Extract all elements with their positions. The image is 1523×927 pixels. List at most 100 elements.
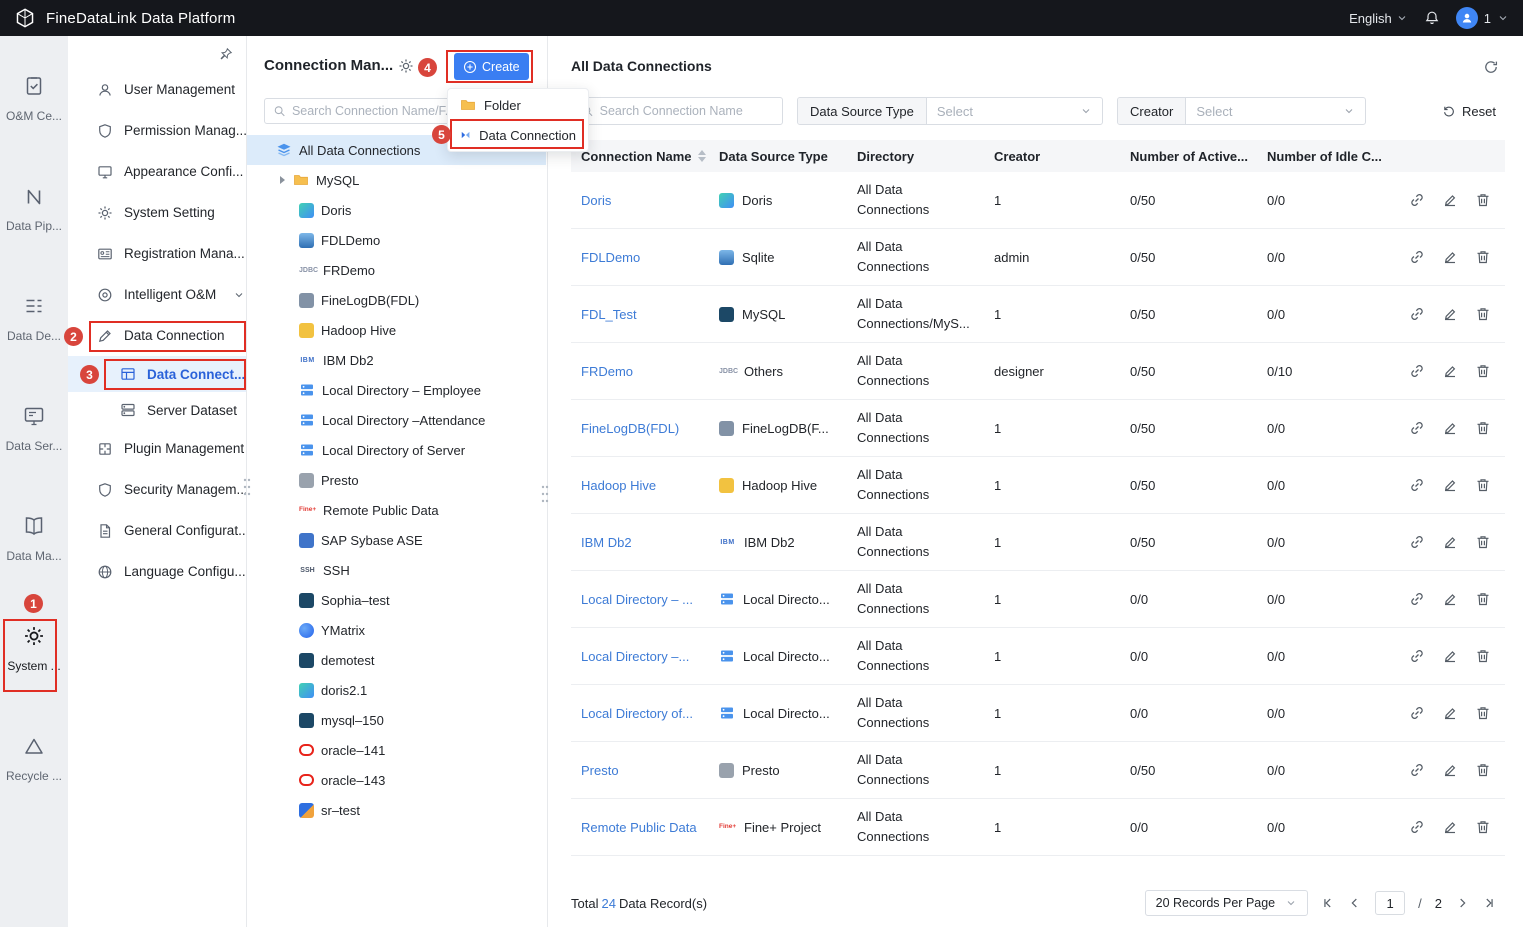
delete-icon[interactable] [1475, 420, 1491, 436]
link-icon[interactable] [1409, 477, 1425, 493]
panel-resize-handle[interactable] [243, 477, 251, 497]
delete-icon[interactable] [1475, 705, 1491, 721]
delete-icon[interactable] [1475, 306, 1491, 322]
column-header-connection-name[interactable]: Connection Name [571, 149, 709, 164]
tree-item-fdldemo[interactable]: FDLDemo [247, 225, 546, 255]
tree-item-local-directory-of-server[interactable]: Local Directory of Server [247, 435, 546, 465]
edit-icon[interactable] [1442, 192, 1458, 208]
delete-icon[interactable] [1475, 591, 1491, 607]
link-icon[interactable] [1409, 306, 1425, 322]
delete-icon[interactable] [1475, 762, 1491, 778]
page-input[interactable] [1375, 891, 1405, 915]
creator-select[interactable]: Select [1186, 98, 1365, 124]
link-icon[interactable] [1409, 648, 1425, 664]
rail-item-system-management[interactable]: System ... [0, 625, 68, 673]
menu-item-intelligent-om[interactable]: Intelligent O&M [68, 274, 246, 315]
menu-item-general-configuration[interactable]: General Configurat... [68, 510, 246, 551]
delete-icon[interactable] [1475, 249, 1491, 265]
menu-item-registration-management[interactable]: Registration Mana... [68, 233, 246, 274]
connection-link[interactable]: FineLogDB(FDL) [581, 421, 679, 436]
edit-icon[interactable] [1442, 819, 1458, 835]
delete-icon[interactable] [1475, 819, 1491, 835]
rail-item-data-service[interactable]: Data Ser... [0, 405, 68, 453]
connection-link[interactable]: Remote Public Data [581, 820, 697, 835]
tree-item-demotest[interactable]: demotest [247, 645, 546, 675]
delete-icon[interactable] [1475, 534, 1491, 550]
delete-icon[interactable] [1475, 648, 1491, 664]
connection-link[interactable]: IBM Db2 [581, 535, 632, 550]
tree-item-ymatrix[interactable]: YMatrix [247, 615, 546, 645]
edit-icon[interactable] [1442, 705, 1458, 721]
edit-icon[interactable] [1442, 648, 1458, 664]
menu-item-plugin-management[interactable]: Plugin Management [68, 428, 246, 469]
delete-icon[interactable] [1475, 477, 1491, 493]
last-page-button[interactable] [1482, 896, 1496, 910]
menu-item-data-connection[interactable]: Data Connection [68, 315, 246, 356]
link-icon[interactable] [1409, 705, 1425, 721]
rail-item-data-pipeline[interactable]: Data Pip... [0, 185, 68, 233]
dropdown-item-data-connection[interactable]: Data Connection [448, 120, 588, 150]
tree-item-presto[interactable]: Presto [247, 465, 546, 495]
menu-item-server-dataset[interactable]: Server Dataset [68, 392, 246, 428]
tree-item-doris21[interactable]: doris2.1 [247, 675, 546, 705]
edit-icon[interactable] [1442, 249, 1458, 265]
tree-item-local-directory-attendance[interactable]: Local Directory –Attendance [247, 405, 546, 435]
edit-icon[interactable] [1442, 534, 1458, 550]
rail-item-om-center[interactable]: O&M Ce... [0, 75, 68, 123]
edit-icon[interactable] [1442, 477, 1458, 493]
menu-item-security-management[interactable]: Security Managem... [68, 469, 246, 510]
app-logo-icon[interactable] [14, 7, 36, 29]
menu-item-language-configuration[interactable]: Language Configu... [68, 551, 246, 592]
link-icon[interactable] [1409, 762, 1425, 778]
data-source-type-select[interactable]: Select [927, 98, 1102, 124]
notification-bell-icon[interactable] [1424, 10, 1440, 26]
table-search-input[interactable] [600, 104, 773, 118]
link-icon[interactable] [1409, 819, 1425, 835]
rail-item-data-management[interactable]: Data Ma... [0, 515, 68, 563]
expand-arrow-icon[interactable] [280, 176, 285, 184]
edit-icon[interactable] [1442, 363, 1458, 379]
menu-item-user-management[interactable]: User Management [68, 69, 246, 110]
link-icon[interactable] [1409, 249, 1425, 265]
tree-item-ibm-db2[interactable]: IBMIBM Db2 [247, 345, 546, 375]
tree-item-local-directory-employee[interactable]: Local Directory – Employee [247, 375, 546, 405]
link-icon[interactable] [1409, 363, 1425, 379]
tree-item-hadoop-hive[interactable]: Hadoop Hive [247, 315, 546, 345]
link-icon[interactable] [1409, 420, 1425, 436]
prev-page-button[interactable] [1348, 896, 1362, 910]
records-per-page-select[interactable]: 20 Records Per Page [1145, 890, 1309, 916]
tree-item-mysql-folder[interactable]: MySQL [247, 165, 546, 195]
tree-item-frdemo[interactable]: JDBCFRDemo [247, 255, 546, 285]
delete-icon[interactable] [1475, 192, 1491, 208]
gear-icon[interactable] [398, 58, 414, 74]
link-icon[interactable] [1409, 591, 1425, 607]
menu-item-data-connection-sub[interactable]: Data Connect... [68, 356, 246, 392]
menu-item-permission-management[interactable]: Permission Manag... [68, 110, 246, 151]
tree-item-doris[interactable]: Doris [247, 195, 546, 225]
rail-item-recycle-bin[interactable]: Recycle ... [0, 735, 68, 783]
user-menu[interactable]: 1 [1456, 7, 1509, 29]
first-page-button[interactable] [1321, 896, 1335, 910]
edit-icon[interactable] [1442, 420, 1458, 436]
edit-icon[interactable] [1442, 762, 1458, 778]
connection-link[interactable]: Local Directory of... [581, 706, 693, 721]
link-icon[interactable] [1409, 192, 1425, 208]
tree-item-remote-public-data[interactable]: Fine+Remote Public Data [247, 495, 546, 525]
connection-link[interactable]: FDL_Test [581, 307, 637, 322]
tree-item-sophia-test[interactable]: Sophia–test [247, 585, 546, 615]
reset-button[interactable]: Reset [1442, 104, 1496, 119]
create-button[interactable]: Create [454, 53, 529, 80]
connection-link[interactable]: Hadoop Hive [581, 478, 656, 493]
connection-link[interactable]: Local Directory – ... [581, 592, 693, 607]
tree-item-ssh[interactable]: SSHSSH [247, 555, 546, 585]
panel-resize-handle[interactable] [541, 484, 549, 504]
connection-link[interactable]: FDLDemo [581, 250, 640, 265]
next-page-button[interactable] [1455, 896, 1469, 910]
connection-link[interactable]: Local Directory –... [581, 649, 689, 664]
tree-item-sap-sybase-ase[interactable]: SAP Sybase ASE [247, 525, 546, 555]
tree-item-finelogdb[interactable]: FineLogDB(FDL) [247, 285, 546, 315]
sort-icon[interactable] [698, 150, 706, 162]
tree-item-oracle-143[interactable]: oracle–143 [247, 765, 546, 795]
connection-link[interactable]: FRDemo [581, 364, 633, 379]
language-selector[interactable]: English [1349, 11, 1408, 26]
